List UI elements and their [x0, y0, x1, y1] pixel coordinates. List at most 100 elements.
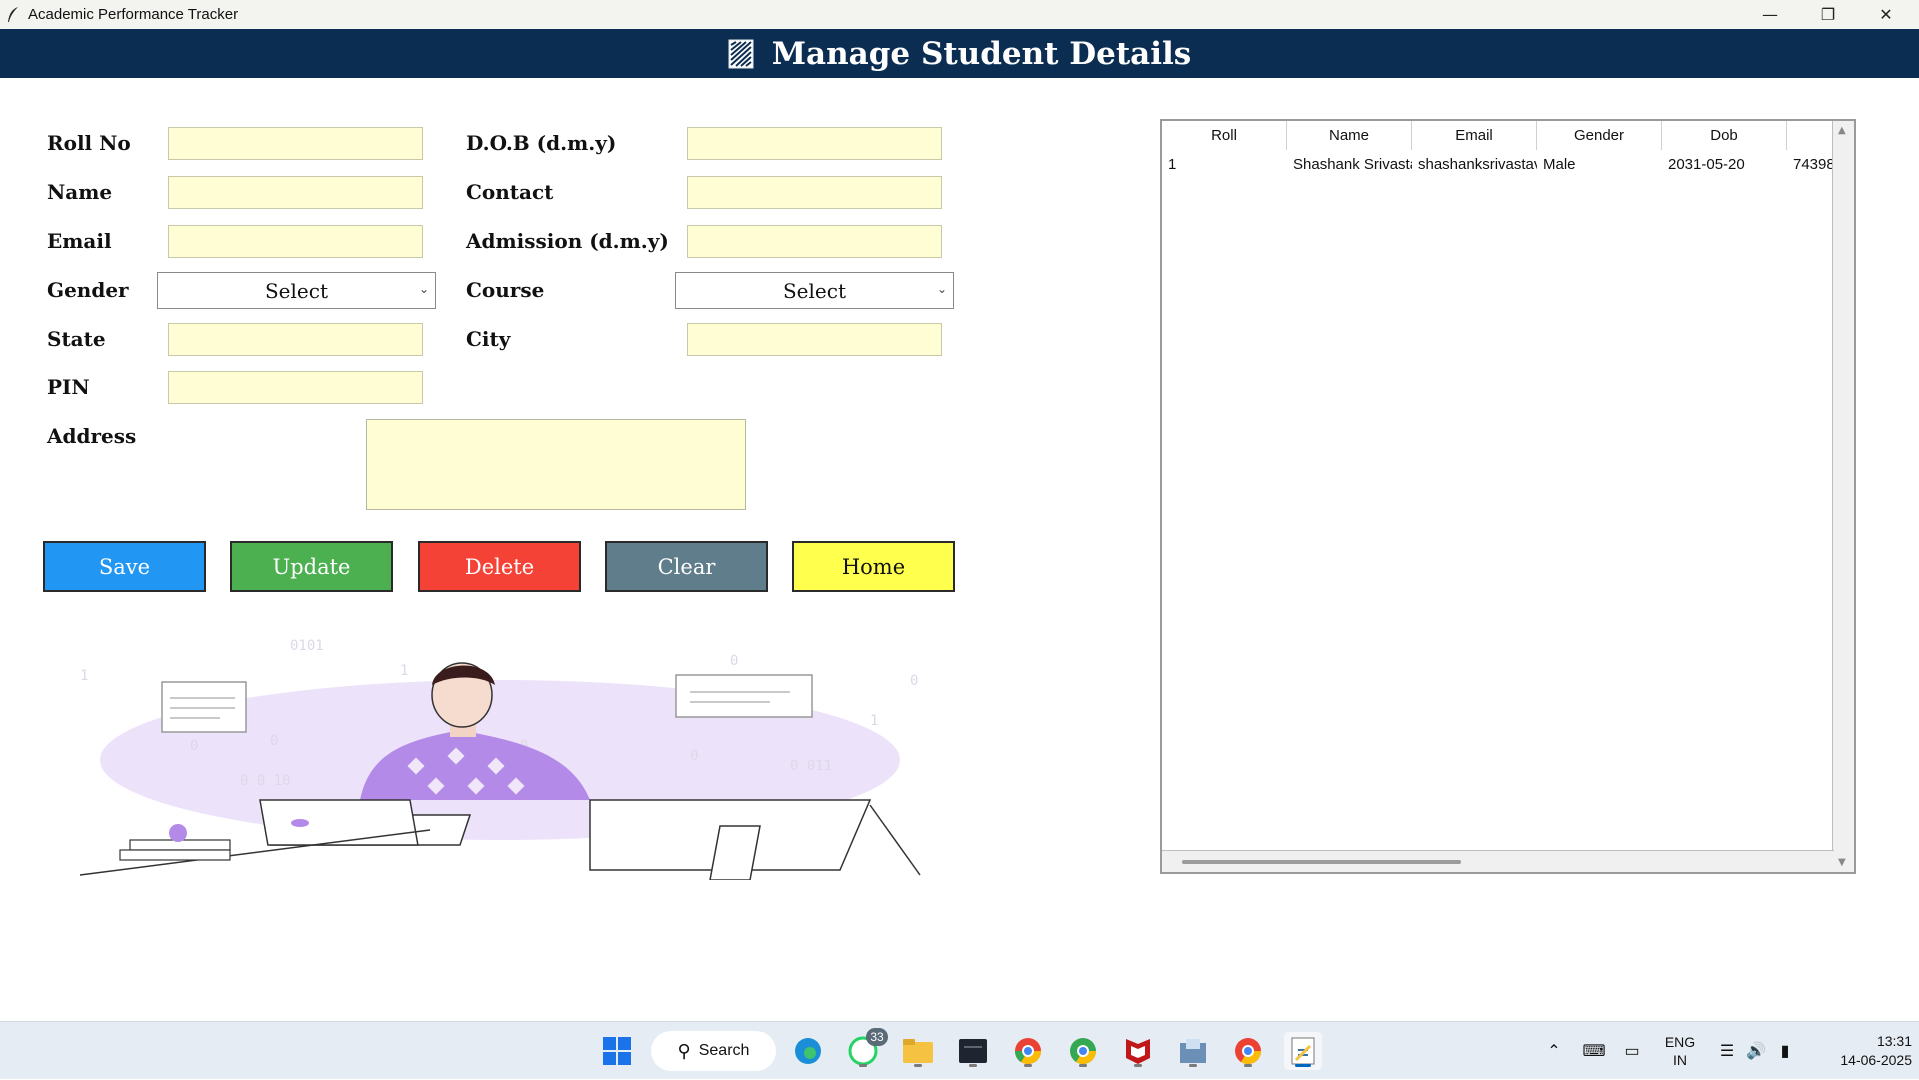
state-label: State	[47, 327, 106, 351]
course-label: Course	[466, 278, 545, 302]
pin-input[interactable]	[168, 371, 423, 404]
chrome-profile-2-icon[interactable]	[1229, 1032, 1267, 1070]
chevron-down-icon: ⌄	[936, 282, 947, 296]
feather-app-icon	[8, 6, 18, 22]
table-row[interactable]: 1 Shashank Srivasta shashanksrivastav Ma…	[1162, 153, 1854, 177]
whatsapp-icon[interactable]: 33	[844, 1028, 888, 1070]
email-input[interactable]	[168, 225, 423, 258]
window-titlebar: Academic Performance Tracker	[0, 0, 1919, 29]
control-panel-icon[interactable]	[1174, 1032, 1212, 1070]
cell-name: Shashank Srivasta	[1293, 156, 1412, 173]
svg-text:1: 1	[80, 668, 88, 684]
horizontal-scroll-thumb[interactable]	[1182, 860, 1461, 864]
language-line2: IN	[1673, 1052, 1687, 1068]
wifi-icon[interactable]: ☰	[1716, 1022, 1738, 1080]
svg-text:1: 1	[400, 663, 408, 679]
search-icon: ⚲	[677, 1040, 691, 1061]
update-button[interactable]: Update	[230, 541, 393, 592]
scroll-up-icon[interactable]: ▲	[1838, 125, 1846, 136]
chevron-down-icon: ⌄	[418, 282, 429, 296]
cell-roll: 1	[1168, 156, 1177, 173]
email-label: Email	[47, 229, 112, 253]
city-label: City	[466, 327, 511, 351]
home-button[interactable]: Home	[792, 541, 955, 592]
address-label: Address	[47, 424, 137, 448]
cell-gender: Male	[1543, 156, 1576, 173]
roll-no-input[interactable]	[168, 127, 423, 160]
page-title: Manage Student Details	[771, 35, 1192, 72]
svg-text:0 0 10: 0 0 10	[240, 773, 291, 789]
cell-email: shashanksrivastav	[1418, 156, 1537, 173]
windows-taskbar: ⚲ Search 33 ⌃ ⌨ ▭ ENG IN ☰ 🔊 ▮ 13:31 14-…	[0, 1021, 1919, 1079]
students-table[interactable]: Roll Name Email Gender Dob C 1 Shashank …	[1160, 119, 1856, 874]
taskbar-search[interactable]: ⚲ Search	[651, 1031, 776, 1071]
dob-label: D.O.B (d.m.y)	[466, 131, 617, 155]
chrome-profile-icon[interactable]	[1064, 1032, 1102, 1070]
column-header-gender[interactable]: Gender	[1537, 121, 1662, 150]
keyboard-icon[interactable]: ⌨	[1582, 1022, 1606, 1080]
dob-input[interactable]	[687, 127, 942, 160]
table-header: Roll Name Email Gender Dob C	[1162, 121, 1854, 150]
svg-text:0 011: 0 011	[790, 758, 832, 774]
contact-label: Contact	[466, 180, 554, 204]
gender-label: Gender	[47, 278, 129, 302]
column-header-email[interactable]: Email	[1412, 121, 1537, 150]
minimize-button[interactable]: —	[1741, 0, 1799, 29]
svg-text:0: 0	[730, 653, 738, 669]
mcafee-icon[interactable]	[1119, 1032, 1157, 1070]
city-input[interactable]	[687, 323, 942, 356]
column-header-name[interactable]: Name	[1287, 121, 1412, 150]
svg-text:0: 0	[910, 673, 918, 689]
cell-dob: 2031-05-20	[1668, 156, 1745, 173]
show-hidden-icons-icon[interactable]: ⌃	[1542, 1022, 1566, 1080]
svg-text:0: 0	[190, 738, 198, 754]
display-icon[interactable]: ▭	[1620, 1022, 1644, 1080]
gender-select-value: Select	[264, 278, 328, 303]
clear-button[interactable]: Clear	[605, 541, 768, 592]
window-title: Academic Performance Tracker	[28, 6, 239, 23]
course-select-value: Select	[782, 278, 846, 303]
horizontal-scrollbar[interactable]	[1162, 850, 1834, 872]
python-app-icon[interactable]	[1284, 1032, 1322, 1070]
page-header: Manage Student Details	[0, 29, 1919, 78]
maximize-button[interactable]: ❐	[1799, 0, 1857, 29]
language-indicator[interactable]: ENG IN	[1660, 1022, 1700, 1080]
volume-icon[interactable]: 🔊	[1745, 1022, 1767, 1080]
student-desk-illustration: 010111 000 010 00 0110 0 10	[79, 638, 921, 880]
language-line1: ENG	[1664, 1034, 1696, 1050]
taskbar-search-label: Search	[698, 1042, 750, 1059]
battery-icon[interactable]: ▮	[1774, 1022, 1796, 1080]
column-header-roll[interactable]: Roll	[1162, 121, 1287, 150]
delete-button[interactable]: Delete	[418, 541, 581, 592]
course-select[interactable]: Select ⌄	[675, 272, 954, 309]
svg-text:0101: 0101	[290, 638, 324, 654]
address-textarea[interactable]	[366, 419, 746, 510]
document-icon	[728, 39, 754, 68]
svg-text:0: 0	[270, 733, 278, 749]
svg-text:1: 1	[870, 713, 878, 729]
terminal-app-icon[interactable]	[954, 1032, 992, 1070]
pin-label: PIN	[47, 375, 90, 399]
admission-input[interactable]	[687, 225, 942, 258]
contact-input[interactable]	[687, 176, 942, 209]
windows-start-icon[interactable]	[598, 1032, 636, 1070]
admission-label: Admission (d.m.y)	[466, 229, 669, 253]
whatsapp-badge: 33	[866, 1028, 888, 1046]
save-button[interactable]: Save	[43, 541, 206, 592]
clock-time: 13:31	[1876, 1033, 1912, 1049]
close-button[interactable]: ✕	[1857, 0, 1915, 29]
vertical-scrollbar[interactable]: ▲ ▼	[1832, 121, 1854, 872]
column-header-dob[interactable]: Dob	[1662, 121, 1787, 150]
name-input[interactable]	[168, 176, 423, 209]
svg-text:0: 0	[690, 748, 698, 764]
chrome-icon[interactable]	[1009, 1032, 1047, 1070]
clock-date: 14-06-2025	[1840, 1052, 1912, 1068]
edge-browser-icon[interactable]	[789, 1032, 827, 1070]
name-label: Name	[47, 180, 113, 204]
scroll-down-icon[interactable]: ▼	[1838, 857, 1846, 868]
file-explorer-icon[interactable]	[899, 1032, 937, 1070]
state-input[interactable]	[168, 323, 423, 356]
roll-no-label: Roll No	[47, 131, 131, 155]
gender-select[interactable]: Select ⌄	[157, 272, 436, 309]
clock[interactable]: 13:31 14-06-2025	[1812, 1022, 1912, 1080]
